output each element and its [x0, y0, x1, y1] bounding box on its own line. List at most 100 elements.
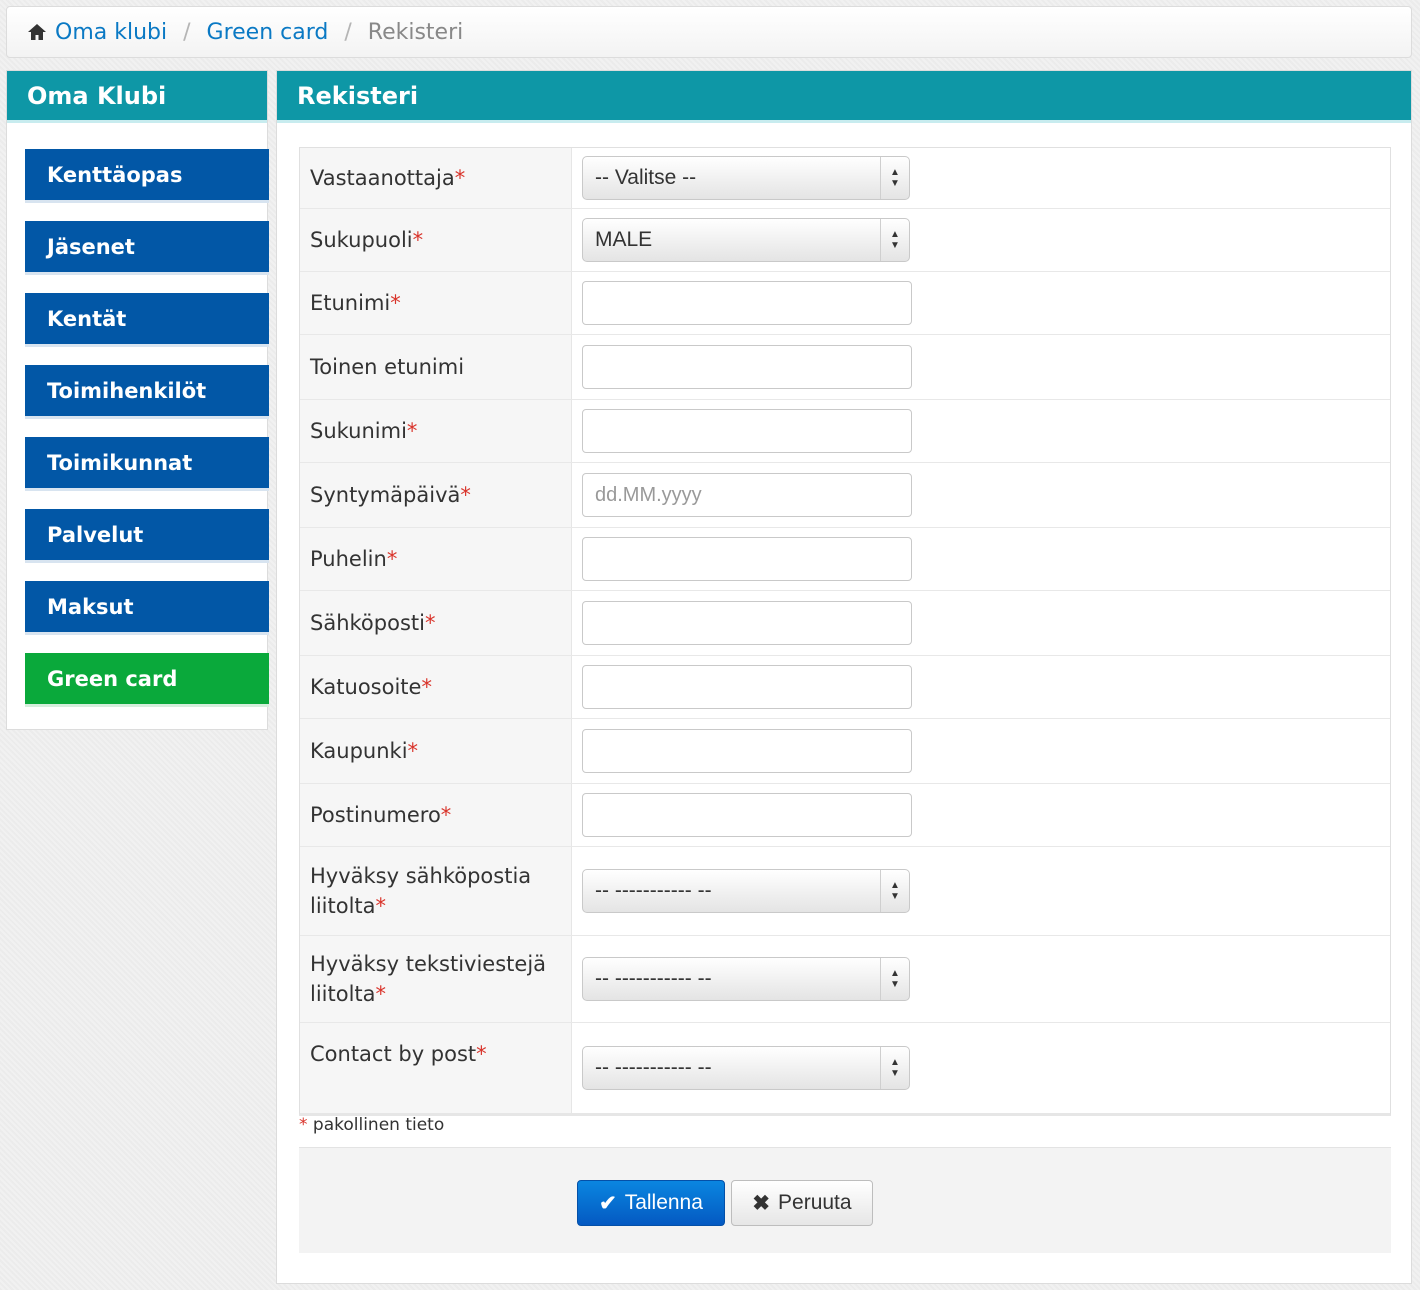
field-label: Sähköposti * [300, 591, 572, 655]
required-marker: * [412, 228, 424, 252]
select-value: -- ----------- -- [595, 879, 712, 902]
required-marker: * [476, 1042, 487, 1066]
select-value: -- ----------- -- [595, 1056, 712, 1079]
form-row: Hyväksy tekstiviestejä liitolta* -- ----… [300, 936, 1390, 1023]
sidebar-item-toimikunnat[interactable]: Toimikunnat [25, 437, 269, 491]
form-row: Toinen etunimi [300, 335, 1390, 400]
field-label: Katuosoite * [300, 656, 572, 718]
breadcrumb-home-link[interactable]: Oma klubi [55, 20, 167, 45]
phone-input[interactable] [582, 537, 912, 581]
form-row: Hyväksy sähköpostia liitolta* -- -------… [300, 847, 1390, 936]
cancel-button-label: Peruuta [778, 1191, 852, 1214]
gender-select[interactable]: MALE ▲ ▼ [582, 218, 910, 262]
cancel-button[interactable]: ✖ Peruuta [731, 1180, 873, 1226]
label-text: Syntymäpäivä [310, 483, 461, 507]
form-row: Puhelin * [300, 528, 1390, 591]
label-text: Postinumero [310, 803, 441, 827]
postal-code-input[interactable] [582, 793, 912, 837]
breadcrumb-current: Rekisteri [367, 19, 464, 45]
field-label: Contact by post * [300, 1023, 572, 1113]
updown-arrows-icon: ▲ ▼ [880, 958, 909, 1000]
sidebar-item-maksut[interactable]: Maksut [25, 581, 269, 635]
field-label: Sukunimi * [300, 400, 572, 462]
form-row: Sukupuoli * MALE ▲ ▼ [300, 209, 1390, 272]
form-row: Sukunimi * [300, 400, 1390, 463]
required-marker: * [299, 1115, 308, 1135]
form-row: Vastaanottaja * -- Valitse -- ▲ ▼ [300, 148, 1390, 209]
label-text: Puhelin [310, 547, 387, 571]
last-name-input[interactable] [582, 409, 912, 453]
breadcrumb-green-card-link[interactable]: Green card [207, 20, 329, 45]
field-label: Toinen etunimi [300, 335, 572, 399]
required-marker: * [375, 982, 387, 1006]
breadcrumb: Oma klubi / Green card / Rekisteri [6, 6, 1412, 58]
accept-email-select[interactable]: -- ----------- -- ▲ ▼ [582, 869, 910, 913]
page-title: Rekisteri [277, 71, 1411, 123]
required-note-text: pakollinen tieto [312, 1115, 445, 1135]
street-address-input[interactable] [582, 665, 912, 709]
home-icon[interactable] [27, 22, 47, 42]
label-text: Kaupunki [310, 739, 408, 763]
required-marker: * [406, 419, 418, 443]
contact-by-post-select[interactable]: -- ----------- -- ▲ ▼ [582, 1046, 910, 1090]
label-text: Contact by post [310, 1042, 477, 1066]
sidebar-item-green-card[interactable]: Green card [25, 653, 269, 707]
label-text: Sukunimi [310, 419, 407, 443]
save-button-label: Tallenna [624, 1191, 703, 1214]
field-label: Sukupuoli * [300, 209, 572, 271]
required-marker: * [454, 166, 466, 190]
label-text: Toinen etunimi [310, 355, 465, 379]
form-actions: ✔ Tallenna ✖ Peruuta [299, 1147, 1391, 1253]
sidebar-item-toimihenkilot[interactable]: Toimihenkilöt [25, 365, 269, 419]
required-marker: * [440, 803, 452, 827]
first-name-input[interactable] [582, 281, 912, 325]
required-marker: * [375, 894, 387, 918]
field-label: Syntymäpäivä * [300, 463, 572, 527]
label-text: Sukupuoli [310, 228, 413, 252]
form-row: Contact by post * -- ----------- -- ▲ ▼ [300, 1023, 1390, 1113]
updown-arrows-icon: ▲ ▼ [880, 1047, 909, 1089]
field-label: Puhelin * [300, 528, 572, 590]
label-text: Sähköposti [310, 611, 425, 635]
close-icon: ✖ [752, 1191, 771, 1215]
sidebar-nav: Kenttäopas Jäsenet Kentät Toimihenkilöt … [25, 149, 269, 725]
field-label: Postinumero * [300, 784, 572, 846]
field-label: Hyväksy sähköpostia liitolta* [300, 847, 572, 935]
birthdate-input[interactable]: dd.MM.yyyy [582, 473, 912, 517]
sidebar-item-kenttaopas[interactable]: Kenttäopas [25, 149, 269, 203]
required-marker: * [390, 291, 401, 315]
main-panel: Rekisteri Vastaanottaja * -- Valitse -- ▲ ▼… [276, 70, 1412, 1284]
required-marker: * [421, 675, 432, 699]
label-text: Vastaanottaja [310, 166, 455, 190]
required-marker: * [460, 483, 471, 507]
register-form: Vastaanottaja * -- Valitse -- ▲ ▼ Sukupuoli… [299, 147, 1391, 1116]
email-input[interactable] [582, 601, 912, 645]
checkmark-icon: ✔ [599, 1191, 617, 1215]
field-label: Hyväksy tekstiviestejä liitolta* [300, 936, 572, 1022]
form-row: Postinumero * [300, 784, 1390, 847]
sidebar: Oma Klubi Kenttäopas Jäsenet Kentät Toim… [6, 70, 269, 730]
middle-name-input[interactable] [582, 345, 912, 389]
required-marker: * [424, 611, 436, 635]
form-row: Katuosoite * [300, 656, 1390, 719]
required-note: * pakollinen tieto [299, 1115, 444, 1135]
updown-arrows-icon: ▲ ▼ [880, 219, 909, 261]
label-text: Hyväksy sähköpostia liitolta [310, 864, 532, 918]
breadcrumb-separator: / [183, 19, 191, 45]
save-button[interactable]: ✔ Tallenna [577, 1180, 725, 1226]
select-value: -- Valitse -- [595, 166, 697, 189]
updown-arrows-icon: ▲ ▼ [880, 870, 909, 912]
label-text: Hyväksy tekstiviestejä liitolta [310, 952, 547, 1006]
sidebar-item-palvelut[interactable]: Palvelut [25, 509, 269, 563]
label-text: Etunimi [310, 291, 391, 315]
form-row: Etunimi * [300, 272, 1390, 335]
recipient-select[interactable]: -- Valitse -- ▲ ▼ [582, 156, 910, 200]
city-input[interactable] [582, 729, 912, 773]
required-marker: * [386, 547, 398, 571]
accept-sms-select[interactable]: -- ----------- -- ▲ ▼ [582, 957, 910, 1001]
field-label: Etunimi * [300, 272, 572, 334]
select-value: -- ----------- -- [595, 967, 712, 990]
sidebar-item-kentat[interactable]: Kentät [25, 293, 269, 347]
field-label: Kaupunki * [300, 719, 572, 783]
sidebar-item-jasenet[interactable]: Jäsenet [25, 221, 269, 275]
